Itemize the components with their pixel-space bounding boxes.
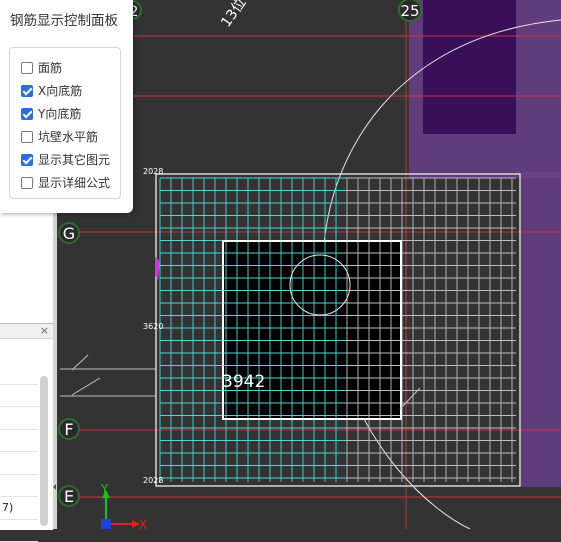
ucs-x-label: X bbox=[139, 518, 147, 529]
checkbox[interactable] bbox=[21, 131, 33, 143]
ucs-y-label: Y bbox=[100, 482, 109, 496]
option-show-detailed-formula[interactable]: 显示详细公式 bbox=[10, 171, 120, 194]
opening-fill bbox=[223, 241, 401, 419]
list-item[interactable] bbox=[0, 520, 38, 542]
list-item[interactable] bbox=[0, 385, 38, 408]
option-label: 面筋 bbox=[38, 59, 62, 76]
list-item[interactable] bbox=[0, 430, 38, 453]
scrollbar-thumb[interactable] bbox=[40, 376, 48, 526]
axis-label-25: 25 bbox=[400, 2, 419, 20]
list-item[interactable] bbox=[0, 362, 38, 385]
close-icon[interactable]: × bbox=[40, 324, 49, 338]
axis-label-g: G bbox=[63, 224, 75, 243]
option-x-bottom-rebar[interactable]: X向底筋 bbox=[10, 79, 120, 102]
axis-bubble-e[interactable]: E bbox=[59, 486, 79, 506]
panel-title: 钢筋显示控制面板 bbox=[10, 9, 118, 29]
dim-middle: 3620 bbox=[143, 322, 163, 331]
checkbox[interactable] bbox=[21, 108, 33, 120]
checkbox[interactable] bbox=[21, 85, 33, 97]
panel-splitter[interactable] bbox=[53, 200, 57, 529]
checkbox[interactable] bbox=[21, 62, 33, 74]
axis-bubble-g[interactable]: G bbox=[59, 223, 79, 243]
collapse-arrow-icon[interactable] bbox=[53, 484, 56, 490]
option-label: 坑壁水平筋 bbox=[38, 128, 98, 145]
list-item[interactable] bbox=[0, 407, 38, 430]
subpanel-rows: 7) bbox=[0, 362, 38, 542]
purple-side-block bbox=[521, 172, 561, 487]
rebar-display-control-panel: 钢筋显示控制面板 面筋 X向底筋 Y向底筋 坑壁水平筋 显示其它图元 显示详细公… bbox=[0, 0, 133, 213]
properties-subpanel: × 7) bbox=[0, 323, 53, 530]
list-item[interactable] bbox=[0, 452, 38, 475]
checkbox[interactable] bbox=[21, 154, 33, 166]
subpanel-header: × bbox=[0, 324, 53, 339]
option-list: 面筋 X向底筋 Y向底筋 坑壁水平筋 显示其它图元 显示详细公式 bbox=[9, 47, 121, 199]
dim-bottom: 2028 bbox=[143, 476, 163, 485]
list-item[interactable] bbox=[0, 475, 38, 498]
option-y-bottom-rebar[interactable]: Y向底筋 bbox=[10, 102, 120, 125]
list-item-value[interactable]: 7) bbox=[0, 497, 38, 520]
dark-purple-column bbox=[423, 0, 516, 134]
option-label: X向底筋 bbox=[38, 82, 82, 99]
axis-bubble-f[interactable]: F bbox=[59, 419, 79, 439]
dim-top: 2028 bbox=[143, 167, 163, 176]
axis-label-f: F bbox=[64, 420, 73, 439]
checkbox[interactable] bbox=[21, 177, 33, 189]
opening-dimension: 3942 bbox=[222, 372, 265, 392]
option-label: Y向底筋 bbox=[38, 105, 81, 122]
option-show-other-elements[interactable]: 显示其它图元 bbox=[10, 148, 120, 171]
option-label: 显示详细公式 bbox=[38, 174, 110, 191]
option-top-rebar[interactable]: 面筋 bbox=[10, 56, 120, 79]
axis-label-e: E bbox=[64, 487, 74, 506]
option-pit-wall-horizontal-rebar[interactable]: 坑壁水平筋 bbox=[10, 125, 120, 148]
option-label: 显示其它图元 bbox=[38, 151, 110, 168]
axis-bubble-25[interactable]: 25 bbox=[399, 0, 421, 21]
